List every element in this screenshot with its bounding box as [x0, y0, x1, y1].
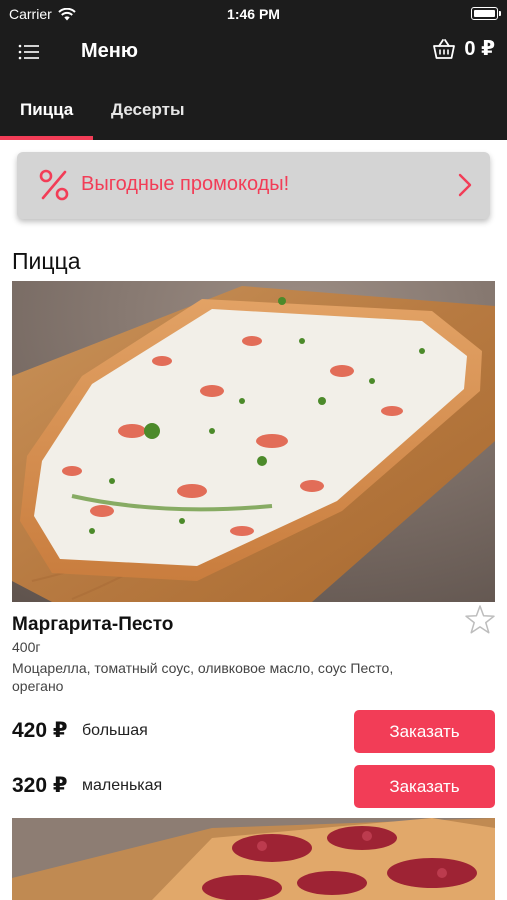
price-option-large: 420 ₽ большая Заказать [12, 710, 495, 753]
nav-bar: Меню 0 ₽ [0, 30, 507, 78]
price-option-small: 320 ₽ маленькая Заказать [12, 765, 495, 808]
next-product-photo[interactable] [12, 818, 495, 900]
section-title: Пицца [12, 248, 81, 274]
percent-icon [39, 169, 69, 201]
size-label: маленькая [82, 777, 163, 794]
menu-list-icon[interactable] [17, 40, 41, 64]
promo-codes-banner[interactable]: Выгодные промокоды! [17, 152, 490, 219]
order-button-large[interactable]: Заказать [354, 710, 495, 753]
pizza-image [12, 818, 495, 900]
product-photo[interactable] [12, 281, 495, 602]
category-tabs: Пицца Десерты [0, 78, 507, 140]
star-favorite-icon[interactable] [463, 603, 497, 637]
clock: 1:46 PM [227, 6, 280, 22]
price-value: 320 ₽ [12, 774, 68, 797]
battery-icon [471, 7, 501, 20]
tab-desserts[interactable]: Десерты [111, 100, 184, 120]
product-name: Маргарита-Песто [12, 614, 174, 635]
page-title: Меню [81, 40, 138, 62]
size-label: большая [82, 722, 148, 739]
active-tab-indicator [0, 136, 93, 140]
promo-label: Выгодные промокоды! [81, 173, 290, 195]
chevron-right-icon [458, 173, 472, 197]
tab-pizza[interactable]: Пицца [20, 100, 73, 120]
basket-icon [433, 38, 456, 59]
status-bar: Carrier 1:46 PM [0, 0, 507, 30]
cart-button[interactable]: 0 ₽ [432, 36, 495, 61]
pizza-image [12, 281, 495, 602]
order-button-small[interactable]: Заказать [354, 765, 495, 808]
product-description: Моцарелла, томатный соус, оливковое масл… [12, 660, 394, 694]
product-weight: 400г [12, 639, 41, 655]
price-value: 420 ₽ [12, 719, 68, 742]
cart-amount: 0 ₽ [464, 38, 495, 60]
